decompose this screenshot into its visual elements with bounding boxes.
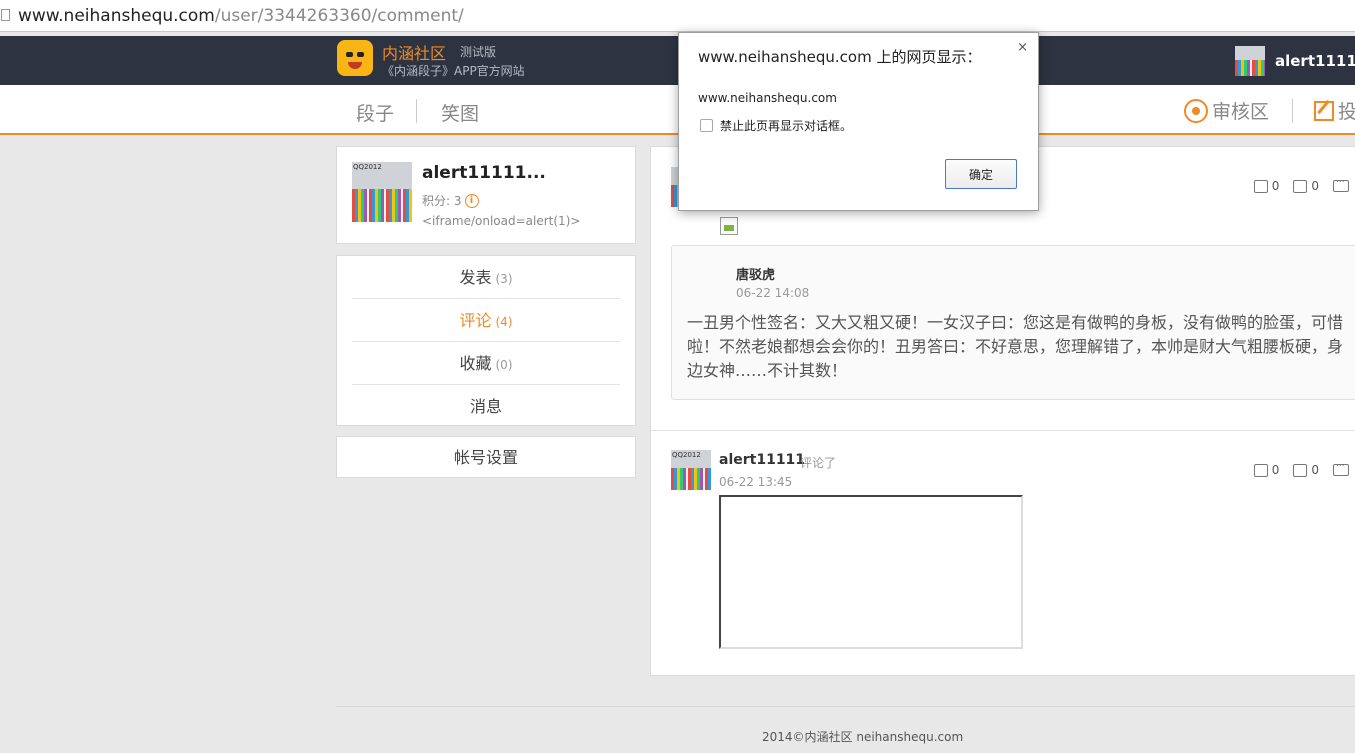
avatar-pattern [671,468,711,490]
menu-item-messages[interactable]: 消息 [352,385,620,428]
account-settings-button[interactable]: 帐号设置 [336,436,636,478]
thumbs-down-icon [1293,179,1308,193]
quote-time: 06-22 14:08 [736,286,810,300]
tab-pictures[interactable]: 笑图 [441,99,479,126]
profile-card: QQ2012 alert11111... 积分: 3 i <iframe/onl… [336,146,636,244]
header-avatar[interactable] [1235,46,1265,76]
thumbs-up-icon [1253,463,1268,477]
header-username[interactable]: alert11111 [1275,52,1355,70]
review-label: 审核区 [1212,101,1270,123]
site-slogan: 《内涵段子》APP官方网站 [382,64,525,78]
url-text[interactable]: www.neihanshequ.com/user/3344263360/comm… [18,6,464,26]
close-icon[interactable]: × [1017,40,1028,55]
url-path: /user/3344263360/comment/ [214,6,464,26]
dislike-count: 0 [1311,463,1319,477]
broken-image-icon [720,217,738,235]
menu-label: 消息 [469,397,502,416]
nav-divider [1292,99,1293,123]
comment-verb: 评论了 [800,456,837,470]
thumbs-down-icon [1293,463,1308,477]
menu-item-favorites[interactable]: 收藏 (0) [352,342,620,385]
profile-menu: 发表 (3) 评论 (4) 收藏 (0) 消息 [336,255,636,426]
profile-avatar[interactable]: QQ2012 [352,162,412,222]
eye-icon [1184,98,1208,123]
like-count: 0 [1271,179,1280,193]
like-count: 0 [1271,463,1280,477]
menu-count: (4) [495,315,513,329]
menu-label: 发表 [459,268,492,287]
entry-actions: 0 0 [1253,459,1349,477]
commenter-name[interactable]: alert11111 [719,452,805,468]
profile-name[interactable]: alert11111... [422,163,546,183]
profile-signature: <iframe/onload=alert(1)> [422,214,581,228]
post-label: 投 [1338,101,1355,123]
alert-dialog: www.neihanshequ.com 上的网页显示： × www.neihan… [678,32,1039,211]
logo-eye-left [346,52,353,57]
suppress-dialog-checkbox[interactable] [700,119,713,132]
menu-item-comments[interactable]: 评论 (4) [352,299,620,342]
dislike-count: 0 [1311,179,1319,193]
comment-time: 06-22 13:45 [719,475,793,489]
avatar-tag: QQ2012 [353,163,382,171]
quote-author[interactable]: 唐驳虎 [736,264,775,283]
avatar-pattern [1235,59,1265,76]
footer-copyright: 2014©内涵社区 neihanshequ.com [762,730,964,744]
info-icon[interactable]: i [464,193,479,208]
comment-icon [1333,175,1349,192]
embedded-iframe[interactable] [719,495,1023,649]
edit-icon [1314,100,1334,121]
entry-divider [651,430,1355,431]
menu-count: (0) [495,358,513,372]
logo-icon[interactable] [337,40,373,76]
quote-text: 一丑男个性签名：又大又粗又硬！一女汉子曰：您这是有做鸭的身板，没有做鸭的脸蛋，可… [687,313,1344,380]
logo-eye-right [357,52,364,57]
ok-button[interactable]: 确定 [945,159,1017,189]
url-host: www.neihanshequ.com [18,6,215,26]
entry-avatar[interactable]: QQ2012 [671,450,711,490]
like-button[interactable]: 0 [1253,463,1280,477]
like-button[interactable]: 0 [1253,179,1280,193]
dialog-message: www.neihanshequ.com [698,91,837,105]
site-name[interactable]: 内涵社区 [382,40,446,64]
suppress-dialog-label[interactable]: 禁止此页再显示对话框。 [720,117,852,134]
entry-actions: 0 0 [1253,175,1349,193]
menu-label: 收藏 [459,354,492,373]
footer-divider [336,706,1355,707]
dislike-button[interactable]: 0 [1293,179,1319,193]
beta-tag: 测试版 [460,45,497,59]
thumbs-up-icon [1253,179,1268,193]
comment-icon [1333,459,1349,476]
logo-mouth [348,62,362,69]
review-link[interactable]: 审核区 [1184,97,1269,124]
score-text: 积分: 3 [422,194,462,208]
menu-item-posts[interactable]: 发表 (3) [352,256,620,299]
quoted-post[interactable]: 唐驳虎 06-22 14:08 一丑男个性签名：又大又粗又硬！一女汉子曰：您这是… [671,245,1355,400]
comment-feed: 0 0 唐驳虎 06-22 14:08 一丑男个性签名：又大又粗又硬！一女汉子曰… [650,146,1355,676]
post-link[interactable]: 投 [1314,97,1355,124]
dislike-button[interactable]: 0 [1293,463,1319,477]
avatar-tag: QQ2012 [672,451,701,459]
nav-divider [416,99,417,123]
menu-count: (3) [495,272,513,286]
dialog-title: www.neihanshequ.com 上的网页显示： [698,48,982,66]
address-bar[interactable]: www.neihanshequ.com/user/3344263360/comm… [0,0,1355,32]
profile-score: 积分: 3 i [422,192,479,209]
avatar-pattern [352,189,412,222]
comment-button[interactable] [1333,175,1349,192]
page-icon [1,9,10,21]
comment-button[interactable] [1333,459,1349,476]
tab-jokes[interactable]: 段子 [356,99,394,126]
menu-label: 评论 [459,311,492,330]
